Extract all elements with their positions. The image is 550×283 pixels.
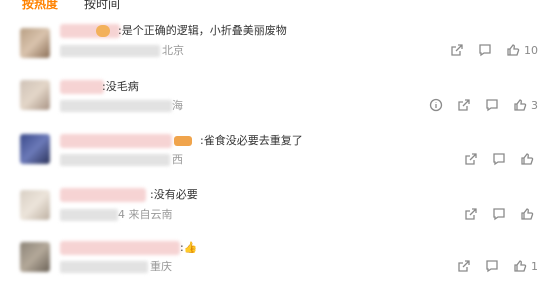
comment-meta	[60, 261, 148, 273]
comment-meta	[60, 45, 160, 57]
comment-location: 北京	[162, 44, 184, 57]
like-button[interactable]: 1	[513, 259, 538, 273]
comment-icon[interactable]	[492, 152, 506, 166]
share-icon[interactable]	[457, 259, 471, 273]
comment-actions: 3	[429, 98, 538, 112]
comment-item: :没有必要 4 来自云南	[0, 182, 550, 230]
username[interactable]	[60, 241, 180, 255]
avatar[interactable]	[20, 242, 50, 272]
comment-item: :雀食没必要去重复了 西	[0, 126, 550, 176]
thumbs-up-icon	[520, 207, 534, 221]
like-button[interactable]: 10	[506, 43, 538, 57]
like-count: 10	[524, 43, 538, 57]
info-icon[interactable]	[429, 98, 443, 112]
comment-icon[interactable]	[485, 98, 499, 112]
share-icon[interactable]	[464, 152, 478, 166]
user-badge	[96, 25, 110, 37]
comment-actions: 1	[457, 259, 538, 273]
username[interactable]	[60, 80, 104, 94]
user-badge	[174, 136, 192, 146]
thumbs-up-emoji: 👍	[183, 241, 198, 254]
comment-text: :没毛病	[102, 80, 139, 93]
avatar[interactable]	[20, 28, 50, 58]
thumbs-up-icon	[513, 259, 527, 273]
tab-by-hot[interactable]: 按热度	[22, 0, 58, 13]
comment-text: :雀食没必要去重复了	[200, 134, 303, 147]
comment-meta	[60, 209, 118, 221]
sort-tabs: 按热度 按时间	[0, 0, 120, 13]
comment-text: :没有必要	[150, 188, 198, 201]
like-button[interactable]	[520, 207, 538, 221]
comment-actions: 10	[450, 43, 538, 57]
avatar[interactable]	[20, 190, 50, 220]
comment-meta	[60, 154, 170, 166]
comment-icon[interactable]	[485, 259, 499, 273]
like-button[interactable]	[520, 152, 538, 166]
comment-actions	[464, 207, 538, 221]
username[interactable]	[60, 24, 120, 38]
share-icon[interactable]	[464, 207, 478, 221]
comment-section: 按热度 按时间 :是个正确的逻辑，小折叠美丽废物 北京 10 :没毛病 海 3 …	[0, 0, 550, 283]
comment-location: 重庆	[150, 260, 172, 273]
comment-location: 西	[172, 153, 183, 166]
comment-text: :是个正确的逻辑，小折叠美丽废物	[118, 24, 287, 37]
thumbs-up-icon	[506, 43, 520, 57]
comment-icon[interactable]	[492, 207, 506, 221]
like-count: 3	[531, 98, 538, 112]
comment-location: 4 来自云南	[118, 208, 173, 221]
comment-icon[interactable]	[478, 43, 492, 57]
username[interactable]	[60, 188, 146, 202]
tab-by-time[interactable]: 按时间	[84, 0, 120, 13]
comment-actions	[464, 152, 538, 166]
like-button[interactable]: 3	[513, 98, 538, 112]
avatar[interactable]	[20, 134, 50, 164]
comment-location: 海	[172, 99, 183, 112]
comment-item: :没毛病 海 3	[0, 72, 550, 120]
like-count: 1	[531, 259, 538, 273]
share-icon[interactable]	[450, 43, 464, 57]
thumbs-up-icon	[513, 98, 527, 112]
comment-item: :是个正确的逻辑，小折叠美丽废物 北京 10	[0, 18, 550, 66]
share-icon[interactable]	[457, 98, 471, 112]
thumbs-up-icon	[520, 152, 534, 166]
avatar[interactable]	[20, 80, 50, 110]
username[interactable]	[60, 134, 172, 148]
comment-meta	[60, 100, 172, 112]
comment-text: :👍	[180, 241, 197, 255]
comment-item: :👍 重庆 1	[0, 234, 550, 283]
